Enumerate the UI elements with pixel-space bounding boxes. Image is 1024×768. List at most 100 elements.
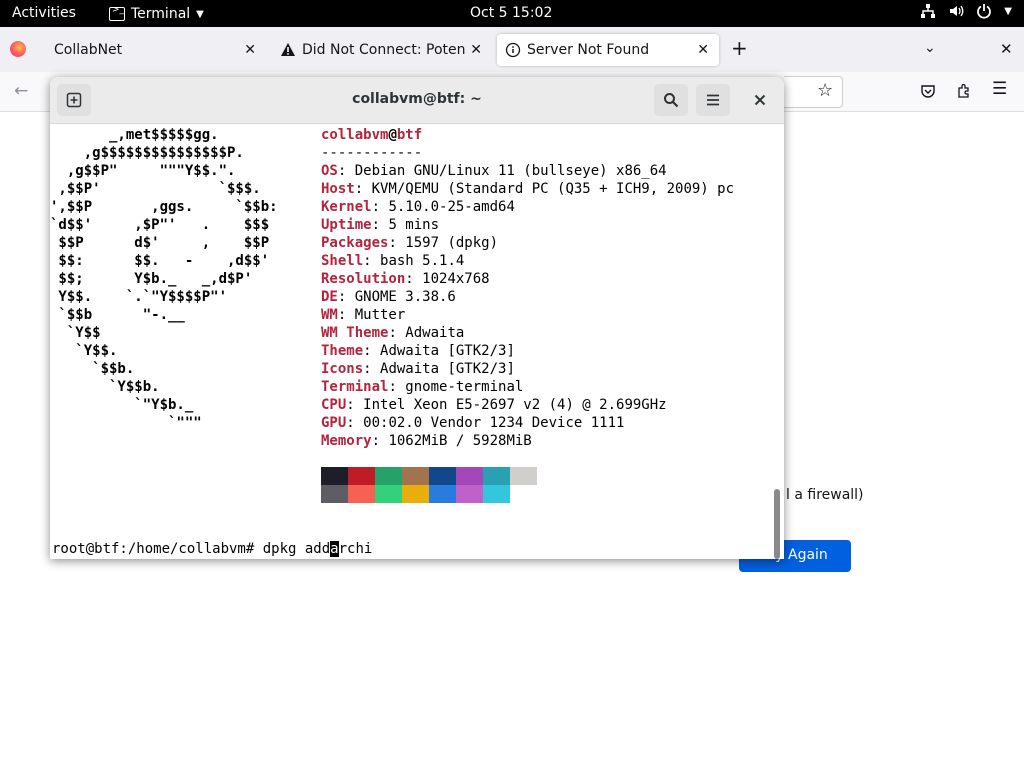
logo-line: `Y$$. bbox=[50, 343, 118, 359]
info-value: bash 5.1.4 bbox=[380, 253, 465, 269]
close-window-icon[interactable]: ✕ bbox=[1000, 40, 1013, 58]
color-swatch bbox=[321, 467, 348, 485]
info-line: Theme: Adwaita [GTK2/3] bbox=[321, 342, 515, 360]
info-colon: : bbox=[354, 181, 372, 197]
activities-button[interactable]: Activities bbox=[12, 5, 76, 21]
info-colon: : bbox=[371, 199, 389, 215]
back-arrow-icon[interactable]: ← bbox=[14, 81, 28, 101]
tab-collabnet[interactable]: CollabNet ✕ bbox=[44, 34, 266, 66]
extensions-icon[interactable] bbox=[956, 83, 972, 99]
logo-line: ,g$$$$$$$$$$$$$$$P. bbox=[50, 145, 244, 161]
tab-server-not-found[interactable]: Server Not Found ✕ bbox=[497, 34, 719, 66]
firefox-menu-icon[interactable] bbox=[10, 41, 26, 57]
info-label: Memory bbox=[321, 433, 372, 449]
info-value: Intel Xeon E5-2697 v2 (4) @ 2.699GHz bbox=[363, 397, 667, 413]
info-line: Memory: 1062MiB / 5928MiB bbox=[321, 432, 532, 450]
info-colon: : bbox=[346, 415, 364, 431]
search-icon bbox=[664, 93, 679, 108]
logo-line: $$P d$' , $$P bbox=[50, 235, 270, 251]
list-all-tabs-icon[interactable]: ⌄ bbox=[924, 40, 936, 56]
info-label: Shell bbox=[321, 253, 364, 269]
terminal-header-bar[interactable]: collabvm@btf: ~ bbox=[50, 77, 784, 124]
logo-line: $$: $$. - ,d$$' bbox=[50, 253, 270, 269]
color-swatch bbox=[483, 467, 510, 485]
info-label: Packages bbox=[321, 235, 389, 251]
terminal-output[interactable]: _,met$$$$$gg. ,g$$$$$$$$$$$$$$$P. ,g$$P"… bbox=[50, 124, 784, 559]
info-value: Adwaita [GTK2/3] bbox=[380, 361, 515, 377]
info-colon: : bbox=[388, 235, 406, 251]
top-bar: Activities >_ Terminal ▼ Oct 5 15:02 ▼ bbox=[0, 0, 1024, 27]
system-tray[interactable]: ▼ bbox=[920, 3, 1012, 19]
network-icon bbox=[921, 4, 936, 18]
error-page-text: l a firewall) bbox=[786, 487, 864, 503]
info-value: 00:02.0 Vendor 1234 Device 1111 bbox=[363, 415, 625, 431]
color-swatch bbox=[348, 467, 375, 485]
info-colon: : bbox=[388, 325, 406, 341]
info-line: Host: KVM/QEMU (Standard PC (Q35 + ICH9,… bbox=[321, 180, 734, 198]
info-line: WM Theme: Adwaita bbox=[321, 324, 464, 342]
color-swatch bbox=[375, 485, 402, 503]
info-colon: : bbox=[337, 307, 355, 323]
info-line: Uptime: 5 mins bbox=[321, 216, 439, 234]
info-line: WM: Mutter bbox=[321, 306, 405, 324]
logo-line: `Y$$ bbox=[50, 325, 101, 341]
info-label: DE bbox=[321, 289, 338, 305]
close-tab-icon[interactable]: ✕ bbox=[697, 42, 709, 58]
logo-line: `""" bbox=[50, 415, 202, 431]
color-swatch bbox=[375, 467, 402, 485]
hamburger-menu-icon[interactable]: ☰ bbox=[992, 79, 1007, 99]
app-menu[interactable]: >_ Terminal ▼ bbox=[109, 3, 204, 25]
tab-title: Server Not Found bbox=[527, 42, 650, 58]
info-label: CPU bbox=[321, 397, 347, 413]
tab-did-not-connect[interactable]: Did Not Connect: Potentia ✕ bbox=[270, 34, 492, 66]
info-label: OS bbox=[321, 163, 338, 179]
scrollbar[interactable] bbox=[774, 489, 780, 559]
new-tab-button[interactable]: + bbox=[731, 36, 748, 60]
logo-line: `d$$' ,$P"' . $$$ bbox=[50, 217, 270, 233]
color-swatch bbox=[348, 485, 375, 503]
info-value: Adwaita [GTK2/3] bbox=[380, 343, 515, 359]
text-cursor: a bbox=[330, 541, 339, 557]
dropdown-arrow-icon: ▼ bbox=[196, 8, 204, 20]
info-label: Terminal bbox=[321, 379, 389, 395]
info-line: Shell: bash 5.1.4 bbox=[321, 252, 464, 270]
info-colon: : bbox=[337, 289, 355, 305]
warning-icon bbox=[281, 43, 295, 56]
color-swatch bbox=[429, 485, 456, 503]
command-prompt-line[interactable]: root@btf:/home/collabvm# dpkg addarchi bbox=[52, 540, 372, 558]
info-line: DE: GNOME 3.38.6 bbox=[321, 288, 456, 306]
info-colon: : bbox=[363, 361, 381, 377]
color-swatch bbox=[402, 485, 429, 503]
info-label: Kernel bbox=[321, 199, 372, 215]
command-text: dpkg add bbox=[262, 541, 331, 557]
terminal-window[interactable]: collabvm@btf: ~ _,met$$$$$gg. ,g$$$$$$$$… bbox=[50, 77, 784, 559]
search-button[interactable] bbox=[654, 84, 688, 116]
command-text-after-cursor: rchi bbox=[338, 541, 373, 557]
info-line: CPU: Intel Xeon E5-2697 v2 (4) @ 2.699GH… bbox=[321, 396, 667, 414]
close-window-button[interactable] bbox=[744, 84, 776, 116]
pocket-icon[interactable] bbox=[920, 83, 936, 99]
info-colon: : bbox=[371, 433, 389, 449]
close-tab-icon[interactable]: ✕ bbox=[244, 42, 256, 58]
separator-line: ------------ bbox=[321, 145, 423, 161]
info-line: GPU: 00:02.0 Vendor 1234 Device 1111 bbox=[321, 414, 624, 432]
info-icon bbox=[505, 42, 521, 58]
power-icon bbox=[977, 4, 992, 19]
info-label: Resolution bbox=[321, 271, 406, 287]
url-bar[interactable]: ☆ bbox=[784, 76, 843, 108]
info-value: GNOME 3.38.6 bbox=[354, 289, 456, 305]
close-tab-icon[interactable]: ✕ bbox=[470, 42, 482, 58]
info-label: GPU bbox=[321, 415, 347, 431]
clock[interactable]: Oct 5 15:02 bbox=[470, 5, 552, 21]
info-line: Packages: 1597 (dpkg) bbox=[321, 234, 498, 252]
info-line: Terminal: gnome-terminal bbox=[321, 378, 523, 396]
system-menu-arrow-icon: ▼ bbox=[1004, 5, 1012, 17]
color-swatch bbox=[429, 467, 456, 485]
tab-title: Did Not Connect: Potentia bbox=[302, 42, 466, 58]
tab-title: CollabNet bbox=[54, 42, 123, 58]
menu-button[interactable] bbox=[696, 84, 730, 116]
bookmark-star-icon[interactable]: ☆ bbox=[817, 80, 833, 101]
info-colon: : bbox=[363, 343, 381, 359]
logo-line: `$$b "-.__ bbox=[50, 307, 185, 323]
info-colon: : bbox=[346, 397, 364, 413]
